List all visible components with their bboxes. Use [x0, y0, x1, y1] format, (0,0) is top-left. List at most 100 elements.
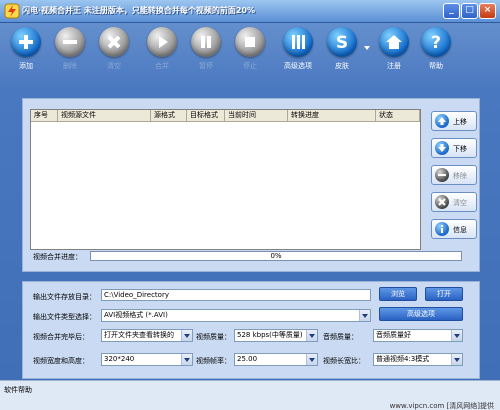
aspect-ratio-label: 视频长宽比：	[323, 357, 365, 365]
chevron-down-icon	[451, 330, 462, 341]
column-progress[interactable]: 转换进度	[288, 110, 376, 121]
minus-icon	[55, 27, 85, 57]
svg-text:S: S	[336, 33, 348, 53]
delete-button[interactable]: 删除	[50, 27, 90, 81]
merge-progress-text: 0%	[270, 252, 282, 260]
clear-list-button[interactable]: 清空	[431, 192, 477, 212]
chevron-down-icon	[451, 354, 462, 365]
stop-icon	[235, 27, 265, 57]
close-button[interactable]: ×	[479, 3, 496, 19]
column-source-format[interactable]: 源格式	[151, 110, 187, 121]
move-down-label: 下移	[453, 145, 467, 153]
info-button[interactable]: 信息	[431, 219, 477, 239]
frame-rate-select[interactable]: 25.00	[234, 353, 318, 366]
help-icon: ?	[421, 27, 451, 57]
video-quality-label: 视频质量：	[196, 333, 231, 341]
advanced-options-button-2[interactable]: 高级选项	[379, 307, 463, 321]
skin-button[interactable]: S 皮肤	[322, 27, 362, 81]
output-type-select[interactable]: AVI视频格式 (*.AVI)	[101, 309, 371, 322]
browse-button[interactable]: 浏览	[379, 287, 417, 301]
chevron-down-icon	[181, 330, 192, 341]
column-current-time[interactable]: 当前时间	[225, 110, 288, 121]
video-quality-value: 528 kbps(中等质量)	[237, 331, 303, 339]
advanced-options-label: 高级选项	[284, 62, 312, 70]
register-button[interactable]: 注册	[374, 27, 414, 81]
tools-icon	[283, 27, 313, 57]
after-merge-label: 视频合并完毕后：	[33, 333, 89, 341]
clear-list-label: 清空	[453, 199, 467, 207]
x-icon	[435, 195, 449, 209]
chevron-down-icon	[359, 310, 370, 321]
aspect-ratio-select[interactable]: 普通视频4:3模式	[373, 353, 463, 366]
column-status[interactable]: 状态	[376, 110, 420, 121]
file-list-header: 序号 视频源文件 源格式 目标格式 当前时间 转换进度 状态	[31, 110, 420, 122]
clear-label: 清空	[107, 62, 121, 70]
advanced-options-button[interactable]: 高级选项	[278, 27, 318, 81]
after-merge-value: 打开文件夹查看转换的	[104, 331, 174, 339]
watermark-text: www.vipcn.com [清风网络]提供	[389, 402, 494, 410]
chevron-down-icon	[181, 354, 192, 365]
window-title: 闪电·视频合并王 未注册版本，只能转换合并每个视频的前面20%	[22, 6, 255, 15]
arrow-down-icon	[435, 141, 449, 155]
plus-icon	[11, 27, 41, 57]
move-up-label: 上移	[453, 118, 467, 126]
stop-button[interactable]: 停止	[230, 27, 270, 81]
minus-icon	[435, 168, 449, 182]
skin-icon: S	[327, 27, 357, 57]
help-label: 帮助	[429, 62, 443, 70]
output-dir-field[interactable]: C:\Video_Directory	[101, 289, 371, 301]
skin-dropdown-icon[interactable]	[364, 45, 370, 51]
pause-button[interactable]: 暂停	[186, 27, 226, 81]
audio-quality-select[interactable]: 音频质量好	[373, 329, 463, 342]
title-bar[interactable]: 闪电·视频合并王 未注册版本，只能转换合并每个视频的前面20% _ □ ×	[0, 0, 500, 23]
help-button[interactable]: ? 帮助	[416, 27, 456, 81]
file-list-panel: 序号 视频源文件 源格式 目标格式 当前时间 转换进度 状态 上移 下移 移除 …	[22, 98, 480, 272]
column-index[interactable]: 序号	[31, 110, 58, 121]
info-label: 信息	[453, 226, 467, 234]
stop-label: 停止	[243, 62, 257, 70]
merge-progress-bar: 0%	[90, 251, 462, 261]
status-bar: 软件帮助 www.vipcn.com [清风网络]提供	[0, 380, 500, 410]
x-icon	[99, 27, 129, 57]
merge-button[interactable]: 合并	[142, 27, 182, 81]
add-label: 添加	[19, 62, 33, 70]
video-size-value: 320*240	[104, 355, 135, 363]
delete-label: 删除	[63, 62, 77, 70]
file-list[interactable]: 序号 视频源文件 源格式 目标格式 当前时间 转换进度 状态	[30, 109, 421, 250]
remove-button[interactable]: 移除	[431, 165, 477, 185]
svg-text:?: ?	[431, 33, 441, 53]
output-settings-panel: 输出文件存放目录： C:\Video_Directory 浏览 打开 输出文件类…	[22, 281, 480, 379]
after-merge-select[interactable]: 打开文件夹查看转换的	[101, 329, 193, 342]
app-icon	[4, 3, 20, 19]
add-button[interactable]: 添加	[6, 27, 46, 81]
frame-rate-label: 视频帧率：	[196, 357, 231, 365]
move-down-button[interactable]: 下移	[431, 138, 477, 158]
toolbar: 添加 删除 清空 合并 暂停 停止 高级选项 S 皮肤 注册 ? 帮助	[0, 23, 500, 83]
maximize-button[interactable]: □	[461, 3, 478, 19]
software-help-link[interactable]: 软件帮助	[4, 385, 32, 395]
frame-rate-value: 25.00	[237, 355, 258, 363]
video-quality-select[interactable]: 528 kbps(中等质量)	[234, 329, 318, 342]
pause-label: 暂停	[199, 62, 213, 70]
video-size-select[interactable]: 320*240	[101, 353, 193, 366]
chevron-down-icon	[306, 354, 317, 365]
output-type-label: 输出文件类型选择：	[33, 313, 96, 321]
audio-quality-value: 音频质量好	[376, 331, 411, 339]
aspect-ratio-value: 普通视频4:3模式	[376, 355, 430, 363]
audio-quality-label: 音频质量：	[323, 333, 358, 341]
info-icon	[435, 222, 449, 236]
app-window: 闪电·视频合并王 未注册版本，只能转换合并每个视频的前面20% _ □ × 添加…	[0, 0, 500, 410]
arrow-up-icon	[435, 114, 449, 128]
column-source-file[interactable]: 视频源文件	[58, 110, 151, 121]
output-type-value: AVI视频格式 (*.AVI)	[104, 311, 168, 319]
column-target-format[interactable]: 目标格式	[187, 110, 225, 121]
register-label: 注册	[387, 62, 401, 70]
open-folder-button[interactable]: 打开	[425, 287, 463, 301]
output-dir-label: 输出文件存放目录：	[33, 293, 96, 301]
merge-progress-label: 视频合并进度：	[33, 253, 82, 261]
minimize-button[interactable]: _	[443, 3, 460, 19]
play-icon	[147, 27, 177, 57]
move-up-button[interactable]: 上移	[431, 111, 477, 131]
clear-button[interactable]: 清空	[94, 27, 134, 81]
video-size-label: 视频宽度和高度：	[33, 357, 89, 365]
